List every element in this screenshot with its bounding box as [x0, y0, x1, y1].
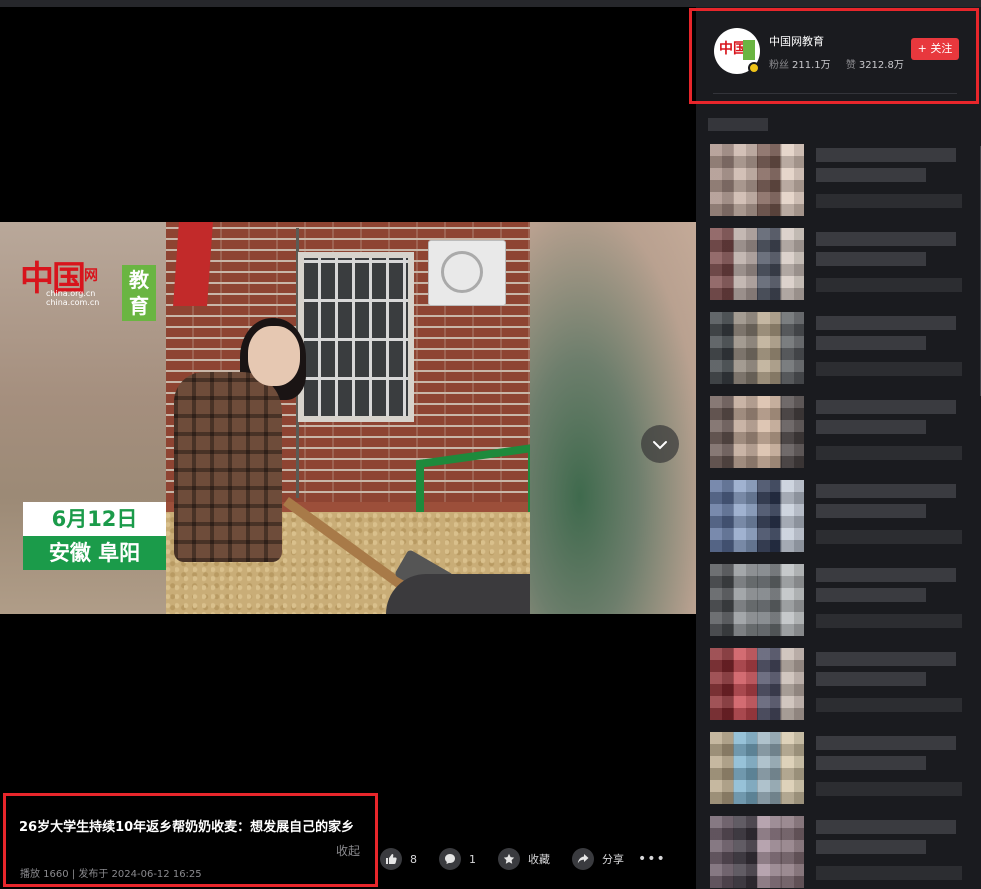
- recommended-video-item[interactable]: [710, 648, 972, 720]
- recommended-video-title-censored: [816, 336, 926, 350]
- share-label: 分享: [602, 853, 624, 866]
- like-button[interactable]: 8: [380, 848, 417, 870]
- recommended-video-title-censored: [816, 568, 956, 582]
- recommended-video-item[interactable]: [710, 816, 972, 888]
- share-button[interactable]: 分享: [572, 848, 624, 870]
- recommended-video-title-censored: [816, 672, 926, 686]
- recommended-video-title-censored: [816, 756, 926, 770]
- channel-logo-watermark: 中国 网 china.org.cn china.com.cn 教 育: [20, 245, 156, 321]
- top-bar: [0, 0, 981, 7]
- recommended-video-title-censored: [816, 252, 926, 266]
- overlay-date: 6月12日: [23, 502, 166, 536]
- divider: [713, 93, 957, 94]
- blurred-background-right: [530, 222, 696, 614]
- recommended-video-title-censored: [816, 820, 956, 834]
- recommended-video-meta-censored: [816, 194, 962, 208]
- recommended-video-thumbnail: [710, 732, 804, 804]
- more-options-button[interactable]: •••: [638, 851, 666, 867]
- recommended-video-thumbnail: [710, 228, 804, 300]
- collapse-link[interactable]: 收起: [336, 842, 360, 859]
- author-stats: 粉丝 211.1万 赞 3212.8万: [769, 56, 904, 71]
- person-head: [248, 326, 300, 386]
- recommended-video-item[interactable]: [710, 732, 972, 804]
- recommended-video-thumbnail: [710, 396, 804, 468]
- star-icon: [498, 848, 520, 870]
- video-player[interactable]: 中国 网 china.org.cn china.com.cn 教 育 6月12日…: [0, 7, 696, 889]
- favorite-label: 收藏: [528, 853, 550, 866]
- recommended-video-thumbnail: [710, 648, 804, 720]
- likes-count: 3212.8万: [858, 60, 904, 71]
- recommended-video-meta-censored: [816, 278, 962, 292]
- like-count: 8: [410, 852, 417, 866]
- recommended-video-title-censored: [816, 588, 926, 602]
- logo-wordmark-net: 网: [84, 268, 98, 284]
- recommended-video-meta-censored: [816, 446, 962, 460]
- likes-label: 赞: [845, 60, 856, 71]
- recommended-video-meta-censored: [816, 614, 962, 628]
- recommended-video-title-censored: [816, 316, 956, 330]
- barred-window: [298, 252, 414, 422]
- favorite-button[interactable]: 收藏: [498, 848, 550, 870]
- overlay-location: 安徽 阜阳: [23, 536, 166, 570]
- video-page: 中国 网 china.org.cn china.com.cn 教 育 6月12日…: [0, 0, 981, 889]
- recommended-video-meta-censored: [816, 866, 962, 880]
- recommended-video-title-censored: [816, 168, 926, 182]
- video-info-panel: 26岁大学生持续10年返乡帮奶奶收麦：想发展自己的家乡 收起 播放 1660 |…: [3, 793, 378, 887]
- recommended-video-thumbnail: [710, 816, 804, 888]
- action-bar: 8 1 收藏 分享 •••: [380, 848, 666, 870]
- recommended-video-title-censored: [816, 400, 956, 414]
- author-name[interactable]: 中国网教育: [769, 33, 824, 49]
- video-scene: [166, 222, 530, 614]
- recommended-video-item[interactable]: [710, 144, 972, 216]
- author-card: 中国 中国网教育 粉丝 211.1万 赞 3212.8万 + 关注: [689, 8, 979, 104]
- comment-count: 1: [469, 852, 476, 866]
- follow-button[interactable]: + 关注: [911, 38, 959, 60]
- recommended-video-thumbnail: [710, 564, 804, 636]
- logo-edu-badge: 教 育: [122, 265, 156, 321]
- recommended-video-item[interactable]: [710, 228, 972, 300]
- verified-badge-icon: [748, 62, 760, 74]
- recommendations-heading: [708, 118, 768, 131]
- recommended-video-meta-censored: [816, 782, 962, 796]
- video-title: 26岁大学生持续10年返乡帮奶奶收麦：想发展自己的家乡: [19, 820, 355, 835]
- recommended-video-item[interactable]: [710, 564, 972, 636]
- air-conditioner: [428, 240, 506, 306]
- recommended-video-title-censored: [816, 232, 956, 246]
- recommended-video-meta-censored: [816, 698, 962, 712]
- recommended-video-title-censored: [816, 148, 956, 162]
- fans-label: 粉丝: [769, 60, 789, 71]
- recommended-video-title-censored: [816, 652, 956, 666]
- recommended-video-meta-censored: [816, 530, 962, 544]
- logo-url: china.org.cn china.com.cn: [46, 289, 100, 307]
- recommended-video-item[interactable]: [710, 312, 972, 384]
- next-video-button[interactable]: [641, 425, 679, 463]
- person-body: [174, 372, 282, 562]
- date-location-overlay: 6月12日 安徽 阜阳: [23, 502, 166, 570]
- recommended-video-thumbnail: [710, 144, 804, 216]
- video-meta: 播放 1660 | 发布于 2024-06-12 16:25: [20, 869, 202, 880]
- recommended-video-meta-censored: [816, 362, 962, 376]
- recommended-video-title-censored: [816, 484, 956, 498]
- recommended-video-title-censored: [816, 504, 926, 518]
- share-icon: [572, 848, 594, 870]
- chevron-down-icon: [652, 435, 668, 454]
- comment-icon: [439, 848, 461, 870]
- recommended-video-item[interactable]: [710, 480, 972, 552]
- fans-count: 211.1万: [792, 60, 831, 71]
- recommended-video-title-censored: [816, 736, 956, 750]
- recommended-video-item[interactable]: [710, 396, 972, 468]
- recommended-video-title-censored: [816, 420, 926, 434]
- recommended-video-title-censored: [816, 840, 926, 854]
- hanging-cloth: [173, 222, 213, 306]
- thumbs-up-icon: [380, 848, 402, 870]
- recommended-video-thumbnail: [710, 312, 804, 384]
- comment-button[interactable]: 1: [439, 848, 476, 870]
- video-frame[interactable]: 中国 网 china.org.cn china.com.cn 教 育 6月12日…: [0, 222, 696, 614]
- recommended-video-thumbnail: [710, 480, 804, 552]
- sidebar: 中国 中国网教育 粉丝 211.1万 赞 3212.8万 + 关注: [689, 7, 981, 889]
